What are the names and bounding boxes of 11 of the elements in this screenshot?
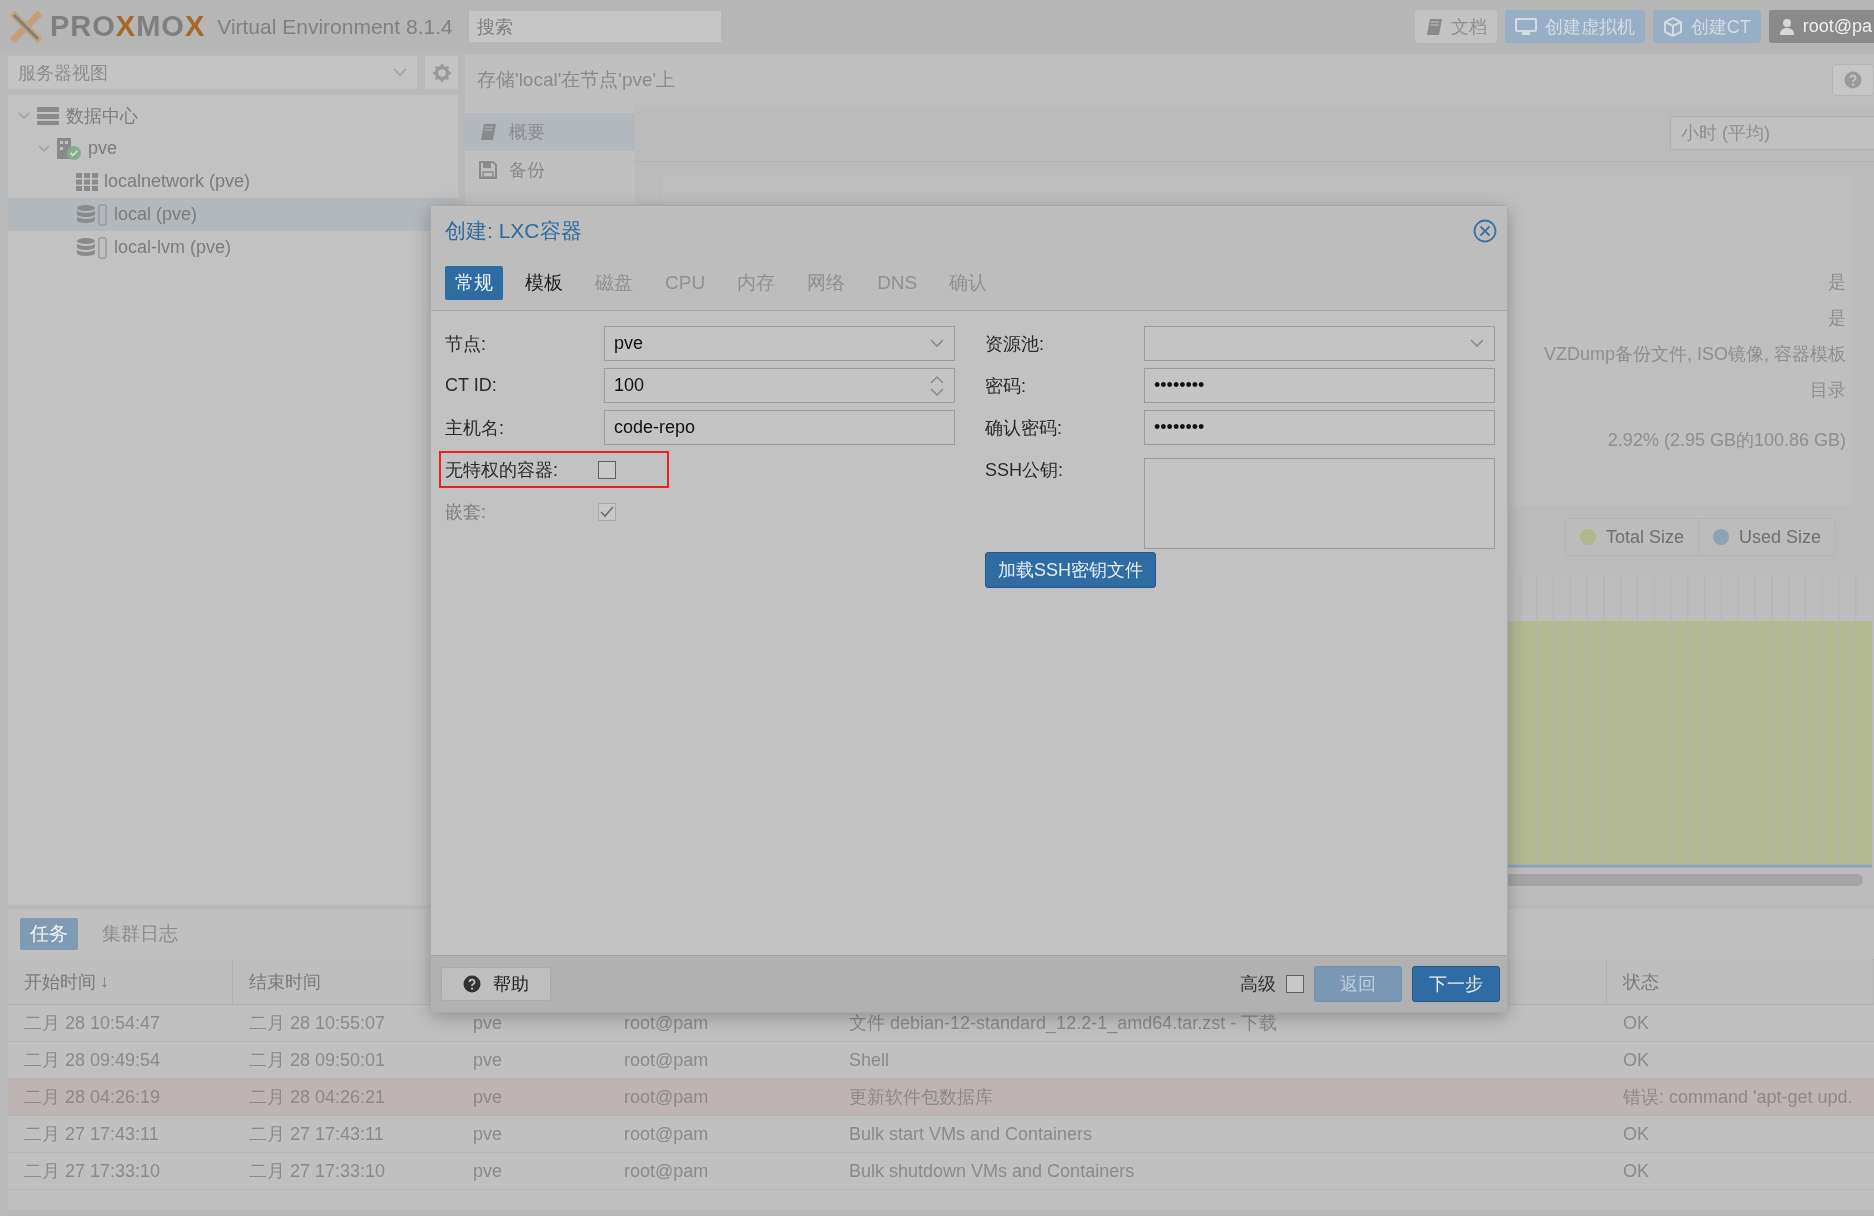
field-label: 主机名: [445,416,505,440]
field-label: 嵌套: [445,500,487,524]
field-label: 高级 [1240,973,1276,996]
field-label: CT ID: [445,375,498,396]
field-label: 密码: [985,374,1027,398]
logo-wordmark: PROXMOX [50,10,206,43]
field-label: 节点: [445,332,487,356]
field-label: SSH公钥: [985,459,1064,482]
field-label: 无特权的容器: [445,458,559,482]
field-label: 资源池: [985,332,1045,356]
field-label: 确认密码: [985,416,1063,440]
